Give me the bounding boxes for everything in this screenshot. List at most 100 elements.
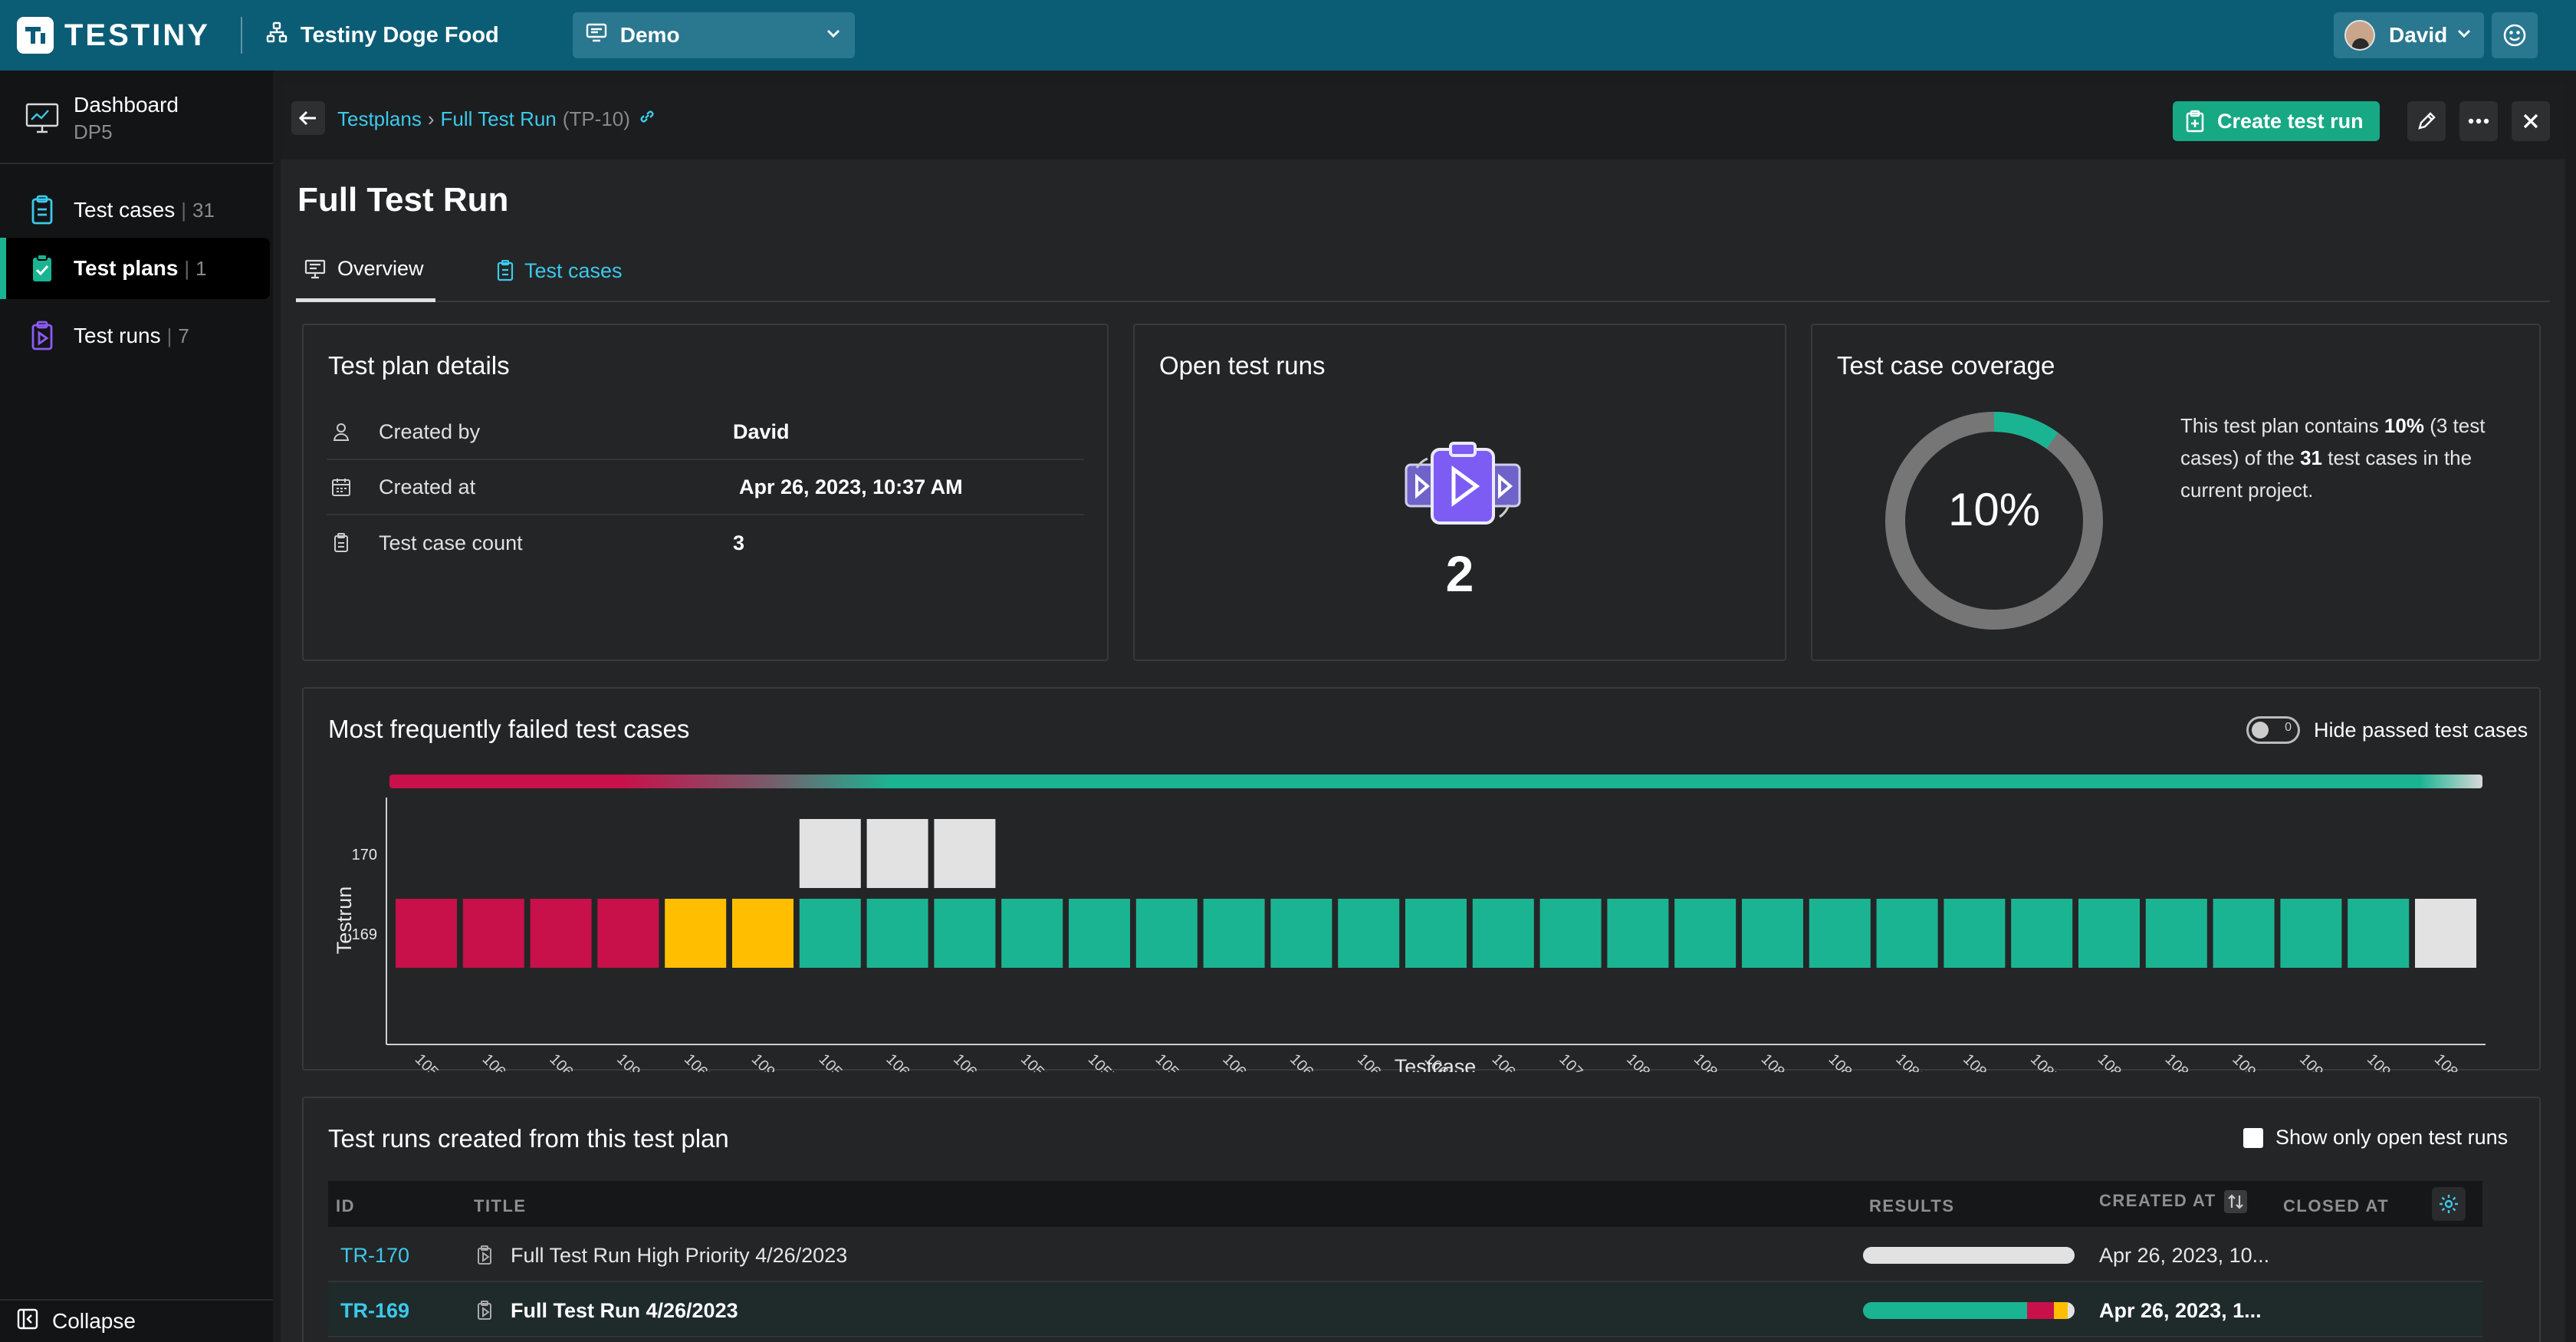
detail-label: Created at xyxy=(379,475,476,498)
heatmap-cell-1069-170[interactable] xyxy=(934,819,996,888)
detail-value: David xyxy=(733,419,790,443)
heatmap-cell-1062-169[interactable] xyxy=(1270,899,1332,968)
close-button[interactable] xyxy=(2512,101,2550,141)
collapse-sidebar-button[interactable]: Collapse xyxy=(0,1299,273,1342)
heatmap-cell-1080-169[interactable] xyxy=(1607,899,1669,968)
tab-test-cases[interactable]: Test cases xyxy=(489,239,630,302)
x-tick-label: 1070 xyxy=(1556,1051,1592,1072)
heatmap-cell-1060-170[interactable] xyxy=(866,819,928,888)
heatmap-cell-1063-169[interactable] xyxy=(462,899,524,968)
heatmap-cell-1061-169[interactable] xyxy=(1203,899,1265,968)
separator: | xyxy=(184,256,190,280)
heatmap-cell-1093-169[interactable] xyxy=(2280,899,2342,968)
heatmap-cell-1059-169[interactable] xyxy=(1135,899,1198,968)
x-tick-label: 1093 xyxy=(2296,1051,2332,1072)
heatmap-cell-1070-169[interactable] xyxy=(1539,899,1602,968)
heatmap-cell-1090-169[interactable] xyxy=(597,899,659,968)
run-id-link[interactable]: TR-169 xyxy=(340,1299,409,1323)
column-header-title[interactable]: TITLE xyxy=(474,1196,527,1216)
dashboard-project-key: DP5 xyxy=(74,120,113,143)
sidebar-item-test-cases[interactable]: Test cases | 31 xyxy=(0,179,270,241)
heatmap-cell-1082-169[interactable] xyxy=(2415,899,2476,968)
sidebar-item-test-plans[interactable]: Test plans | 1 xyxy=(0,238,270,299)
x-axis-label: Testcase xyxy=(1395,1055,1477,1072)
heatmap-cell-1066-169[interactable] xyxy=(1338,899,1400,968)
heatmap-cell-1091-169[interactable] xyxy=(2213,899,2275,968)
more-options-button[interactable] xyxy=(2459,101,2498,141)
x-tick-label: 1056 xyxy=(412,1051,448,1072)
heatmap-cell-1067-169[interactable] xyxy=(1405,899,1467,968)
heatmap-cell-1086-169[interactable] xyxy=(1944,899,2006,968)
x-tick-label: 1061 xyxy=(1219,1051,1255,1072)
sidebar-item-test-runs[interactable]: Test runs | 7 xyxy=(0,305,270,367)
show-open-runs-checkbox[interactable] xyxy=(2243,1127,2263,1148)
heatmap-cell-1055-169[interactable] xyxy=(1001,899,1063,968)
heatmap-cell-1084-169[interactable] xyxy=(1809,899,1871,968)
x-tick-label: 1062 xyxy=(1286,1051,1322,1072)
show-open-runs-filter[interactable]: Show only open test runs xyxy=(2243,1126,2508,1150)
run-id-link[interactable]: TR-170 xyxy=(340,1244,409,1268)
coverage-text-bold: 31 xyxy=(2300,446,2322,469)
x-tick-label: 1059 xyxy=(1152,1051,1188,1072)
heatmap-cell-1065-169[interactable] xyxy=(665,899,727,968)
table-settings-button[interactable] xyxy=(2432,1187,2466,1221)
detail-value: Apr 26, 2023, 10:37 AM xyxy=(739,475,963,498)
heatmap-cell-1058-169[interactable] xyxy=(799,899,861,968)
test-case-coverage-card: Test case coverage 10% This test plan co… xyxy=(1811,324,2541,661)
sort-icon[interactable] xyxy=(2223,1190,2247,1213)
x-tick-label: 1065 xyxy=(681,1051,717,1072)
filter-label: Show only open test runs xyxy=(2275,1126,2509,1149)
heatmap-cell-1064-169[interactable] xyxy=(530,899,592,968)
user-menu[interactable]: David xyxy=(2334,12,2484,58)
column-header-closed-at[interactable]: CLOSED AT xyxy=(2283,1196,2389,1216)
clipboard-icon xyxy=(497,260,514,281)
heatmap-cell-1060-169[interactable] xyxy=(866,899,928,968)
environment-select[interactable]: Demo xyxy=(572,12,855,58)
results-segment-passed xyxy=(1863,1302,2027,1319)
x-tick-label: 1066 xyxy=(1354,1051,1390,1072)
breadcrumb-current[interactable]: Full Test Run xyxy=(441,107,557,131)
brand-logo[interactable]: TESTINY xyxy=(17,17,210,54)
environment-icon xyxy=(585,22,608,49)
coverage-description: This test plan contains 10% (3 test case… xyxy=(2180,410,2502,506)
edit-button[interactable] xyxy=(2407,101,2446,141)
create-test-run-button[interactable]: Create test run xyxy=(2173,101,2380,141)
open-test-runs-card[interactable]: Open test runs 2 xyxy=(1133,324,1786,661)
breadcrumb-testplans-link[interactable]: Testplans xyxy=(337,107,422,131)
column-header-id[interactable]: ID xyxy=(336,1196,355,1216)
clipboard-icon xyxy=(25,195,60,225)
coverage-text-bold: 10% xyxy=(2384,414,2424,437)
heatmap-cell-1058-170[interactable] xyxy=(799,819,861,888)
heatmap-cell-1087-169[interactable] xyxy=(2011,899,2073,968)
presentation-icon xyxy=(304,259,326,278)
x-tick-label: 1060 xyxy=(882,1051,918,1072)
heatmap-cell-1083-169[interactable] xyxy=(1742,899,1803,968)
heatmap-cell-1092-169[interactable] xyxy=(732,899,794,968)
sidebar-item-label: Test runs xyxy=(74,324,161,347)
back-button[interactable] xyxy=(291,101,325,135)
feedback-button[interactable] xyxy=(2492,12,2538,58)
top-bar: TESTINY Testiny Doge Food Demo David xyxy=(0,0,2576,71)
heatmap-cell-1089-169[interactable] xyxy=(2145,899,2207,968)
heatmap-cell-1094-169[interactable] xyxy=(2348,899,2410,968)
column-header-created-at[interactable]: CREATED AT xyxy=(2099,1190,2247,1213)
tab-overview[interactable]: Overview xyxy=(296,239,435,302)
heatmap-cell-1057-169[interactable] xyxy=(1069,899,1130,968)
heatmap-cell-1068-169[interactable] xyxy=(1472,899,1534,968)
project-selector[interactable]: Testiny Doge Food xyxy=(265,21,499,50)
heatmap-cell-1056-169[interactable] xyxy=(396,899,457,968)
create-test-run-label: Create test run xyxy=(2217,109,2364,133)
heatmap-cell-1081-169[interactable] xyxy=(1674,899,1737,968)
run-title[interactable]: Full Test Run 4/26/2023 xyxy=(511,1299,738,1323)
table-row[interactable]: TR-170 Full Test Run High Priority 4/26/… xyxy=(328,1227,2482,1282)
x-tick-label: 1081 xyxy=(1691,1051,1727,1072)
run-title[interactable]: Full Test Run High Priority 4/26/2023 xyxy=(511,1244,847,1268)
link-icon[interactable] xyxy=(638,107,656,131)
results-bar xyxy=(1863,1247,2075,1264)
sidebar-item-dashboard[interactable]: Dashboard DP5 xyxy=(0,89,270,147)
heatmap-cell-1088-169[interactable] xyxy=(2078,899,2140,968)
heatmap-cell-1069-169[interactable] xyxy=(934,899,996,968)
table-row[interactable]: TR-169 Full Test Run 4/26/2023 Apr 26, 2… xyxy=(328,1282,2482,1337)
heatmap-cell-1085-169[interactable] xyxy=(1876,899,1938,968)
column-header-results[interactable]: RESULTS xyxy=(1869,1196,1955,1216)
